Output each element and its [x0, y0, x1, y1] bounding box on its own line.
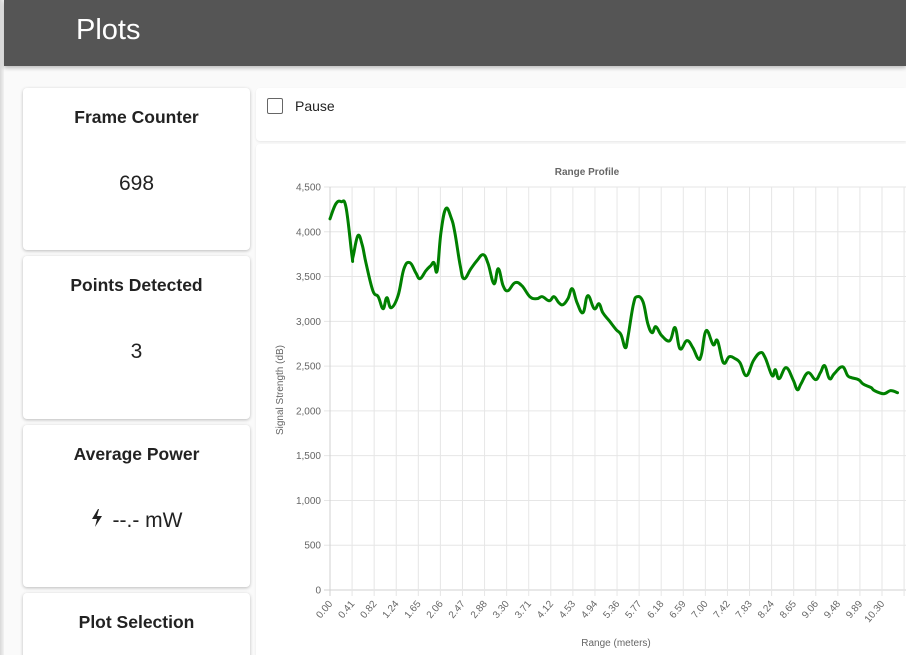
bolt-icon	[91, 509, 103, 533]
y-tick-label: 4,500	[296, 183, 321, 194]
points-detected-value: 3	[130, 340, 143, 363]
average-power-row: --.- mW	[23, 509, 250, 533]
x-tick-label: 4.94	[579, 599, 600, 621]
x-tick-label: 2.06	[425, 599, 446, 621]
y-tick-label: 1,500	[296, 451, 321, 462]
plot-selection-card: Plot Selection	[23, 593, 250, 655]
pause-checkbox[interactable]	[267, 98, 283, 114]
average-power-value: --.- mW	[112, 509, 183, 532]
y-tick-label: 3,500	[296, 272, 321, 283]
x-tick-label: 1.24	[381, 599, 402, 621]
x-tick-label: 6.59	[668, 599, 689, 621]
series-line-range-profile	[328, 199, 900, 396]
points-detected-title: Points Detected	[70, 275, 203, 295]
page-title: Plots	[76, 14, 141, 46]
x-tick-label: 2.88	[469, 599, 490, 621]
x-tick-label: 0.00	[314, 599, 335, 621]
x-tick-label: 5.77	[623, 599, 644, 621]
frame-counter-card: Frame Counter 698	[23, 88, 250, 250]
pause-label[interactable]: Pause	[295, 98, 335, 114]
y-tick-label: 1,000	[296, 496, 321, 507]
x-tick-label: 10.30	[863, 599, 888, 626]
y-tick-label: 2,500	[296, 362, 321, 373]
frame-counter-value: 698	[118, 172, 155, 195]
x-tick-label: 0.82	[359, 599, 380, 621]
frame-counter-title: Frame Counter	[74, 107, 199, 127]
average-power-title: Average Power	[73, 444, 200, 464]
x-tick-label: 9.48	[822, 599, 843, 621]
y-axis: 0 500 1,000 1,500 2,000 2,500 3,000 3,500 4,000 4…	[296, 183, 321, 597]
average-power-card: Average Power --.- mW	[23, 425, 250, 587]
x-tick-label: 3.30	[491, 599, 512, 621]
x-tick-label: 3.71	[513, 599, 534, 621]
chart-panel: 0 500 1,000 1,500 2,000 2,500 3,000 3,500 4,000 4…	[256, 144, 906, 655]
x-tick-label: 8.65	[778, 599, 799, 621]
points-detected-card: Points Detected 3	[23, 256, 250, 419]
grid	[324, 186, 906, 596]
chart-title: Range Profile	[555, 167, 620, 178]
x-tick-label: 0.41	[336, 599, 357, 621]
x-tick-label: 8.24	[756, 599, 777, 621]
x-tick-label: 7.42	[712, 599, 733, 621]
y-tick-label: 0	[315, 586, 321, 597]
x-tick-label: 7.83	[734, 599, 755, 621]
x-axis: 0.00 0.41 0.82 1.24 1.65 2.06 2.47 2.88 3.30 3.71…	[314, 599, 887, 626]
x-tick-label: 4.12	[535, 599, 556, 621]
left-edge	[0, 0, 4, 655]
y-tick-label: 500	[304, 541, 321, 552]
y-axis-label: Signal Strength (dB)	[275, 345, 286, 435]
x-tick-label: 6.18	[646, 599, 667, 621]
x-tick-label: 2.47	[447, 599, 468, 621]
y-tick-label: 4,000	[296, 227, 321, 238]
x-tick-label: 7.00	[690, 599, 711, 621]
x-tick-label: 1.65	[403, 599, 424, 621]
range-profile-chart: 0 500 1,000 1,500 2,000 2,500 3,000 3,500 4,000 4…	[275, 167, 906, 649]
x-axis-label: Range (meters)	[581, 638, 650, 649]
x-tick-label: 4.53	[557, 599, 578, 621]
x-tick-label: 5.36	[601, 599, 622, 621]
y-tick-label: 2,000	[296, 406, 321, 417]
y-tick-label: 3,000	[296, 317, 321, 328]
controls-panel: Pause	[256, 88, 906, 141]
plot-selection-title: Plot Selection	[78, 612, 195, 632]
app-bar: Plots	[4, 0, 906, 66]
x-tick-label: 9.06	[800, 599, 821, 621]
